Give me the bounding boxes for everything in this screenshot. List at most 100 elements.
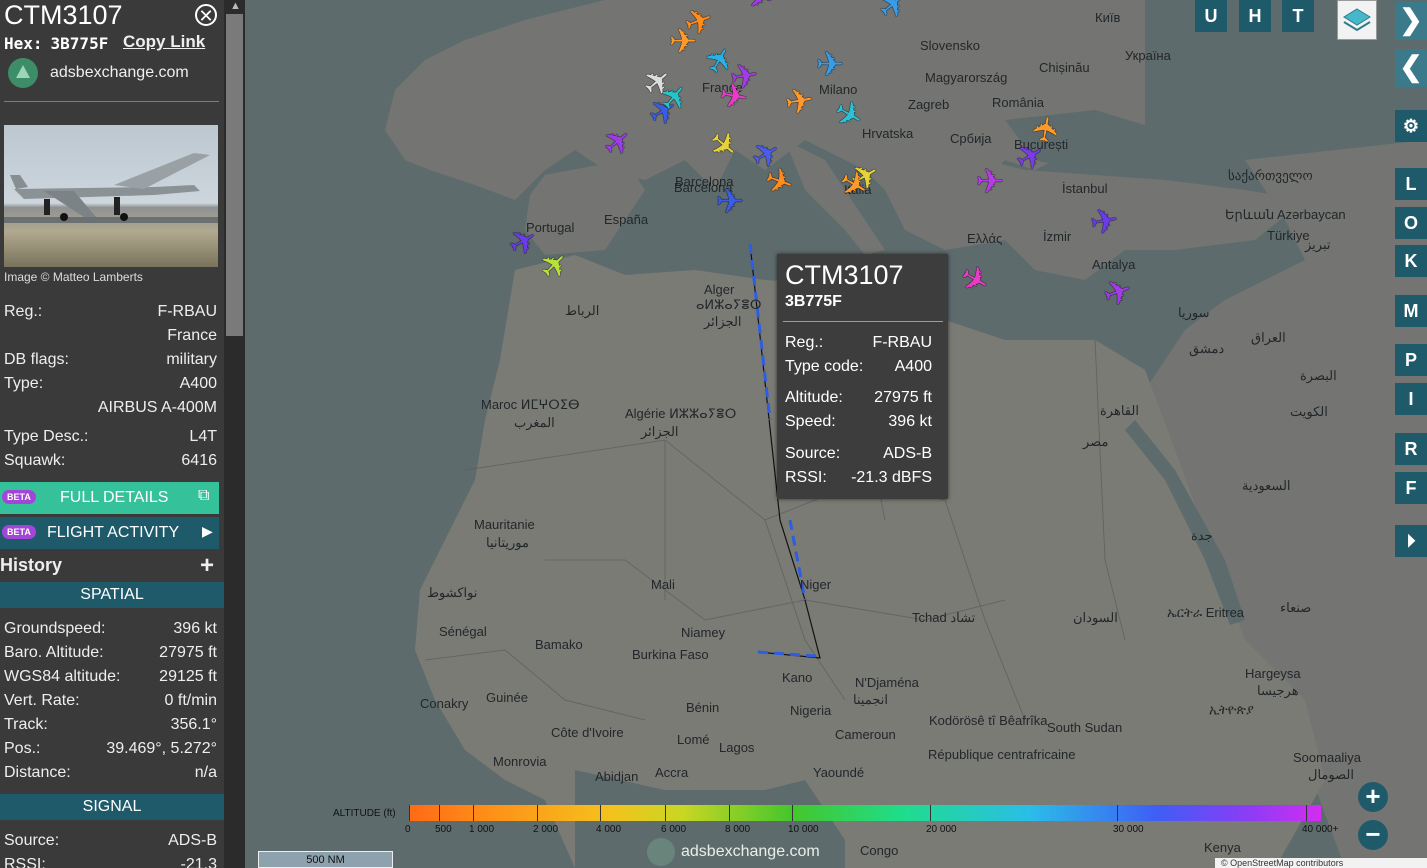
legend-tickmark: [537, 805, 538, 821]
map-label: Niger: [800, 577, 832, 592]
adsbexchange-watermark: adsbexchange.com: [647, 838, 820, 866]
detail-key: Baro. Altitude:: [4, 644, 104, 661]
close-icon[interactable]: ✕: [195, 4, 217, 26]
map-label: Accra: [655, 765, 689, 780]
tooltip-key: Source:: [785, 445, 841, 462]
aircraft-marker-icon[interactable]: ✈: [710, 185, 750, 225]
map-label: Magyarország: [925, 70, 1008, 85]
map-label: Tchad تشاد: [912, 610, 976, 625]
toggle-button-i[interactable]: I: [1395, 383, 1427, 415]
map-label: République centrafricaine: [928, 747, 1076, 762]
beta-badge: BETA: [2, 525, 36, 539]
chevron-right-icon: ❯: [1399, 4, 1423, 35]
aircraft-marker-icon[interactable]: ✈: [710, 76, 756, 123]
map-label: Србија: [950, 131, 992, 146]
tooltip-value: -21.3 dBFS: [851, 469, 932, 486]
map-label: Abidjan: [595, 769, 639, 784]
collapse-panel-button[interactable]: ❮: [1395, 49, 1427, 87]
settings-button[interactable]: ⚙: [1395, 110, 1427, 142]
aircraft-photo-illustration: [4, 153, 218, 223]
map-label: جدة: [1191, 528, 1213, 543]
tooltip-value: A400: [894, 358, 932, 375]
source-site-row[interactable]: adsbexchange.com: [8, 58, 189, 88]
map-label: Conakry: [420, 696, 469, 711]
toggle-button-m[interactable]: M: [1395, 295, 1427, 327]
toggle-button-p[interactable]: P: [1395, 344, 1427, 376]
aircraft-marker-icon[interactable]: ✈: [1082, 201, 1128, 248]
detail-value: F-RBAU: [157, 303, 217, 320]
map-label: Soomaaliya: [1293, 750, 1361, 765]
map-label: Yaoundé: [813, 765, 865, 780]
tooltip-key: Type code:: [785, 358, 864, 375]
toggle-button-k[interactable]: K: [1395, 245, 1427, 277]
history-expand-icon[interactable]: +: [200, 552, 214, 580]
toggle-button-h[interactable]: H: [1239, 0, 1271, 32]
map-label: السودان: [1073, 610, 1118, 625]
tooltip-row: Source: ADS-B: [785, 445, 932, 463]
map-label: España: [604, 212, 649, 227]
full-details-label: FULL DETAILS: [60, 489, 169, 506]
tooltip-row: Reg.: F-RBAU: [785, 334, 932, 352]
legend-tickmark: [409, 805, 410, 821]
toggle-button-l[interactable]: L: [1395, 168, 1427, 200]
tooltip-key: Altitude:: [785, 389, 843, 406]
map-label: Slovensko: [920, 38, 980, 53]
replay-button[interactable]: ⏵: [1395, 525, 1427, 557]
map-label: Antalya: [1092, 257, 1136, 272]
detail-key: Groundspeed:: [4, 620, 106, 637]
map-label: Türkiye: [1267, 228, 1310, 243]
map-label: Mauritanie: [474, 517, 535, 532]
detail-value: 29125 ft: [159, 668, 217, 685]
map-label: العراق: [1251, 330, 1286, 345]
map-label: Guinée: [486, 690, 528, 705]
spatial-heading[interactable]: SPATIAL: [0, 582, 224, 608]
history-heading[interactable]: History: [0, 555, 62, 576]
map-label: Hrvatska: [862, 126, 914, 141]
map-label: صنعاء: [1280, 600, 1312, 615]
aircraft-marker-icon[interactable]: ✈: [777, 81, 823, 128]
expand-panel-button[interactable]: ❯: [1395, 2, 1427, 40]
map-label: Hargeysa: [1245, 666, 1301, 681]
map-label: مصر: [1083, 434, 1109, 449]
toggle-button-t[interactable]: T: [1282, 0, 1314, 32]
map-view[interactable]: Київ Slovensko Україна Chișinău Magyarország…: [245, 0, 1427, 868]
scrollbar-thumb[interactable]: [226, 14, 243, 336]
signal-heading[interactable]: SIGNAL: [0, 794, 224, 820]
map-label: نواكشوط: [427, 585, 478, 600]
beta-badge: BETA: [2, 490, 36, 504]
aircraft-marker-icon[interactable]: ✈: [970, 165, 1010, 205]
altitude-legend: ALTITUDE (ft) 0 500 1 000 2 000 4 000 6 000 8 …: [333, 805, 1427, 845]
scroll-up-icon[interactable]: ▲: [230, 0, 241, 12]
toggle-button-u[interactable]: U: [1195, 0, 1227, 32]
map-label: انجمينا: [853, 692, 888, 707]
divider: [4, 101, 219, 102]
toggle-button-o[interactable]: O: [1395, 207, 1427, 239]
tooltip-row: Type code: A400: [785, 358, 932, 376]
map-label: Maroc ⵍⵎⵖⵔⵉⴱ: [481, 397, 580, 412]
legend-tick-label: 6 000: [661, 824, 687, 835]
sidebar-scrollbar[interactable]: ▲: [224, 0, 245, 868]
source-site-link[interactable]: adsbexchange.com: [50, 64, 189, 82]
map-attribution[interactable]: © OpenStreetMap contributors: [1215, 858, 1427, 868]
external-link-icon: ⧉: [198, 487, 210, 504]
legend-tick-label: 40 000+: [1302, 824, 1339, 835]
detail-value: 27975 ft: [159, 644, 217, 661]
map-layers-button[interactable]: [1337, 0, 1377, 40]
toggle-button-r[interactable]: R: [1395, 433, 1427, 465]
legend-tick-label: 8 000: [725, 824, 751, 835]
map-label: N'Djaména: [855, 675, 919, 690]
copy-link[interactable]: Copy Link: [123, 32, 205, 52]
legend-tick-label: 20 000: [926, 824, 957, 835]
tooltip-callsign: CTM3107: [785, 260, 904, 290]
aircraft-marker-icon[interactable]: ✈: [1026, 107, 1073, 153]
tooltip-value: 27975 ft: [874, 389, 932, 406]
aircraft-callsign: CTM3107: [4, 0, 123, 30]
full-details-button[interactable]: BETA FULL DETAILS ⧉: [0, 482, 219, 514]
toggle-button-f[interactable]: F: [1395, 472, 1427, 504]
detail-key: Pos.:: [4, 740, 41, 757]
legend-tickmark: [600, 805, 601, 821]
aircraft-photo[interactable]: [4, 125, 218, 267]
flight-activity-button[interactable]: BETA FLIGHT ACTIVITY ▶: [0, 517, 219, 549]
legend-tick-label: 30 000: [1113, 824, 1144, 835]
legend-tick-label: 2 000: [533, 824, 559, 835]
